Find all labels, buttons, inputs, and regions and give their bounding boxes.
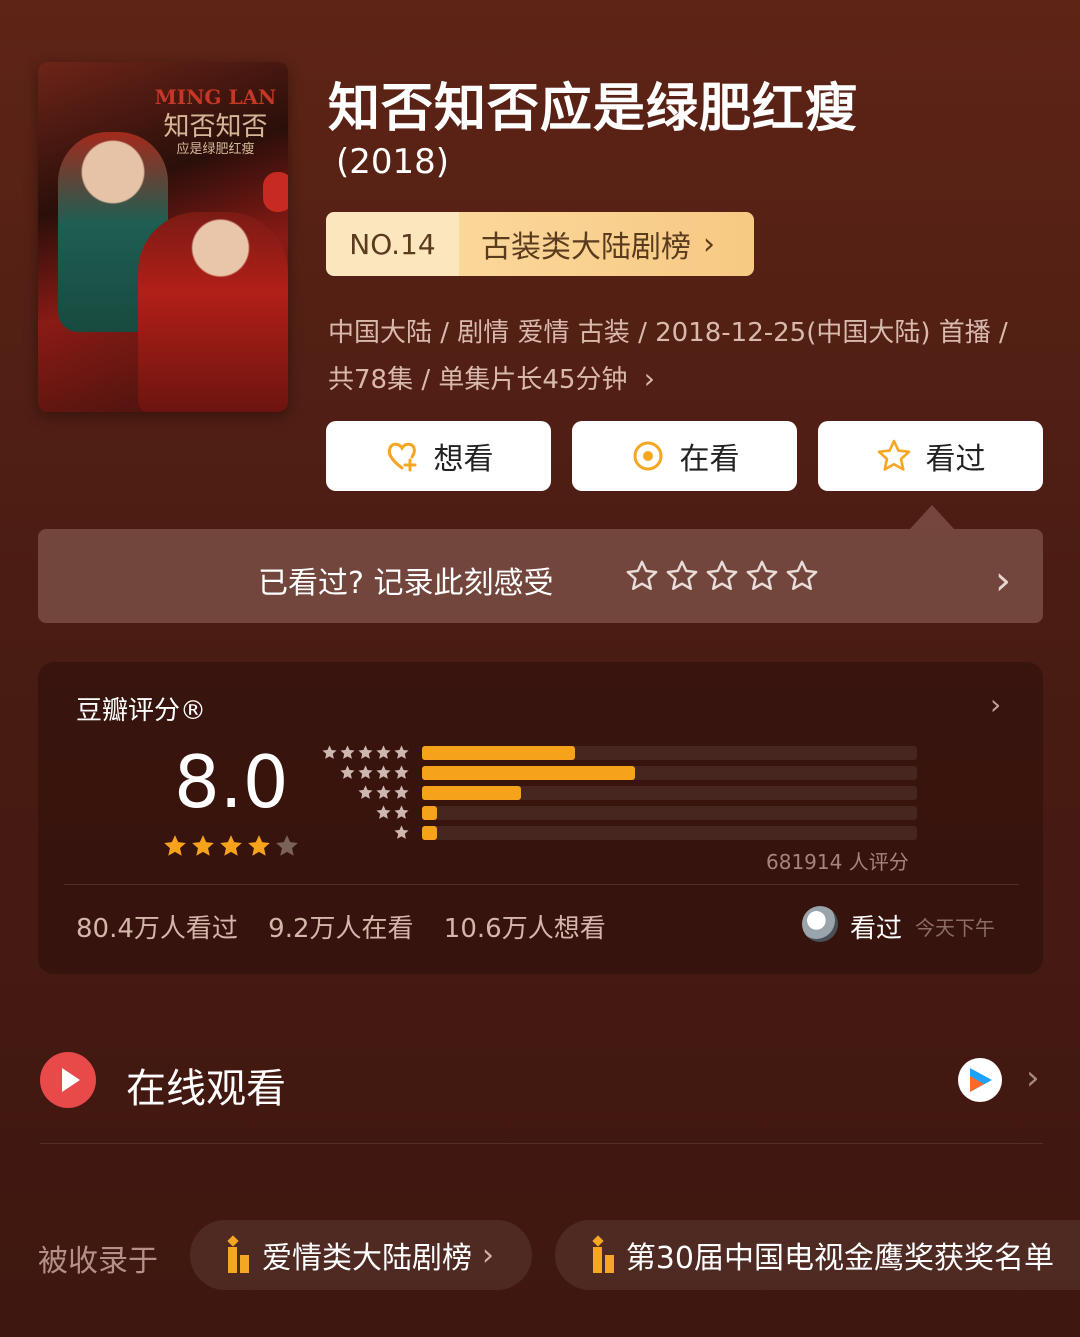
- distribution-star-label: [318, 784, 410, 801]
- star-small-icon: [340, 765, 355, 779]
- distribution-bar-track: [422, 786, 917, 800]
- star-small-icon: [376, 785, 391, 799]
- rating-stars: [162, 833, 300, 859]
- star-filled-icon: [164, 835, 186, 856]
- distribution-bar-track: [422, 746, 917, 760]
- chevron-right-icon: ›: [703, 226, 715, 262]
- star-small-icon: [394, 785, 409, 799]
- meta-info-line1: 中国大陆 / 剧情 爱情 古装 / 2018-12-25(中国大陆) 首播 /: [328, 318, 1008, 348]
- rank-number: NO.14: [326, 212, 459, 276]
- star-outline-icon[interactable]: [785, 559, 819, 593]
- star-filled-icon: [248, 835, 270, 856]
- poster-art-latin: MING LAN: [154, 85, 277, 109]
- star-small-icon: [376, 805, 391, 819]
- star-small-icon: [322, 745, 337, 759]
- star-outline-icon: [877, 439, 910, 471]
- star-outline-icon[interactable]: [665, 559, 699, 593]
- watching-button[interactable]: 在看: [572, 421, 797, 491]
- watched-label: 看过: [925, 442, 986, 477]
- record-feeling-text: 已看过? 记录此刻感受: [258, 566, 554, 601]
- stat-watched: 80.4万人看过: [76, 914, 238, 944]
- meta-info-line2-text: 共78集 / 单集片长45分钟: [328, 365, 628, 395]
- want-to-watch-button[interactable]: 想看: [326, 421, 551, 491]
- star-filled-icon: [220, 835, 242, 856]
- distribution-star-label: [318, 824, 410, 841]
- show-title: 知否知否应是绿肥红瘦: [328, 79, 859, 139]
- distribution-bar-4-star: [422, 766, 635, 780]
- distribution-bar-5-star: [422, 746, 575, 760]
- collection-chip[interactable]: 第30届中国电视金鹰奖获奖名单: [555, 1220, 1080, 1290]
- douban-rating-label: 豆瓣评分®: [76, 696, 207, 726]
- feel-bar-pointer: [910, 505, 954, 529]
- star-small-icon: [340, 745, 355, 759]
- watching-label: 在看: [679, 442, 740, 477]
- rank-list-label: 古装类大陆剧榜: [481, 230, 691, 265]
- friend-status: 看过: [850, 914, 903, 944]
- star-small-icon: [358, 765, 373, 779]
- star-small-icon: [358, 745, 373, 759]
- friend-time: 今天下午: [915, 916, 995, 940]
- star-outline-icon[interactable]: [705, 559, 739, 593]
- video-provider-icon[interactable]: [958, 1058, 1002, 1102]
- distribution-star-label: [318, 764, 410, 781]
- star-outline-icon[interactable]: [745, 559, 779, 593]
- star-small-icon: [394, 765, 409, 779]
- star-small-icon: [358, 785, 373, 799]
- divider: [64, 884, 1019, 885]
- collected-in-label: 被收录于: [38, 1244, 158, 1279]
- collection-chip-label: 第30届中国电视金鹰奖获奖名单: [625, 1241, 1054, 1276]
- want-to-watch-label: 想看: [433, 442, 494, 477]
- chevron-right-icon[interactable]: ›: [990, 688, 1001, 721]
- friend-avatar[interactable]: [802, 906, 838, 942]
- rank-badge[interactable]: NO.14 古装类大陆剧榜 ›: [326, 212, 754, 276]
- feel-star-rating[interactable]: [625, 559, 819, 593]
- star-small-icon: [394, 805, 409, 819]
- distribution-bar-track: [422, 826, 917, 840]
- star-small-icon: [376, 765, 391, 779]
- distribution-star-label: [318, 804, 410, 821]
- heart-plus-icon: [387, 442, 416, 472]
- meta-info-line2[interactable]: 共78集 / 单集片长45分钟 ›: [328, 359, 1048, 396]
- distribution-bar-track: [422, 806, 917, 820]
- target-icon: [633, 441, 662, 471]
- poster-title-art: MING LAN 知否知否 应是绿肥红瘦: [148, 82, 283, 202]
- star-empty-icon: [276, 835, 298, 856]
- distribution-bar-2-star: [422, 806, 437, 820]
- audience-stats: 80.4万人看过 9.2万人在看 10.6万人想看: [76, 908, 628, 945]
- distribution-bar-1-star: [422, 826, 437, 840]
- chevron-right-icon: ›: [482, 1237, 494, 1273]
- watched-button[interactable]: 看过: [818, 421, 1043, 491]
- distribution-bar-3-star: [422, 786, 521, 800]
- ranking-icon: [216, 1235, 252, 1273]
- show-year: (2018): [336, 142, 450, 182]
- stat-watching: 9.2万人在看: [268, 914, 414, 944]
- star-filled-icon: [192, 835, 214, 856]
- rank-list-name: 古装类大陆剧榜 ›: [459, 212, 754, 276]
- distribution-bar-track: [422, 766, 917, 780]
- stat-want: 10.6万人想看: [443, 914, 606, 944]
- chevron-right-icon: ›: [643, 362, 655, 395]
- poster-art-title: 知否知否: [163, 112, 268, 142]
- star-small-icon: [394, 745, 409, 759]
- distribution-star-label: [318, 744, 410, 761]
- online-watch-title[interactable]: 在线观看: [126, 1056, 286, 1114]
- star-small-icon: [376, 745, 391, 759]
- collection-chip-label: 爱情类大陆剧榜: [262, 1241, 472, 1276]
- poster-image[interactable]: MING LAN 知否知否 应是绿肥红瘦: [38, 62, 288, 412]
- star-outline-icon[interactable]: [625, 559, 659, 593]
- divider: [40, 1143, 1043, 1144]
- rating-count: 681914 人评分: [766, 850, 909, 874]
- chevron-right-icon[interactable]: ›: [995, 558, 1011, 604]
- ranking-icon: [581, 1235, 616, 1273]
- collection-chip[interactable]: 爱情类大陆剧榜 ›: [190, 1220, 532, 1290]
- poster-figure-groom: [138, 212, 288, 412]
- play-icon[interactable]: [40, 1052, 96, 1108]
- poster-art-subtitle: 应是绿肥红瘦: [176, 142, 255, 157]
- chevron-right-icon[interactable]: ›: [1026, 1058, 1040, 1098]
- rating-score: 8.0: [174, 740, 289, 824]
- star-small-icon: [394, 825, 409, 839]
